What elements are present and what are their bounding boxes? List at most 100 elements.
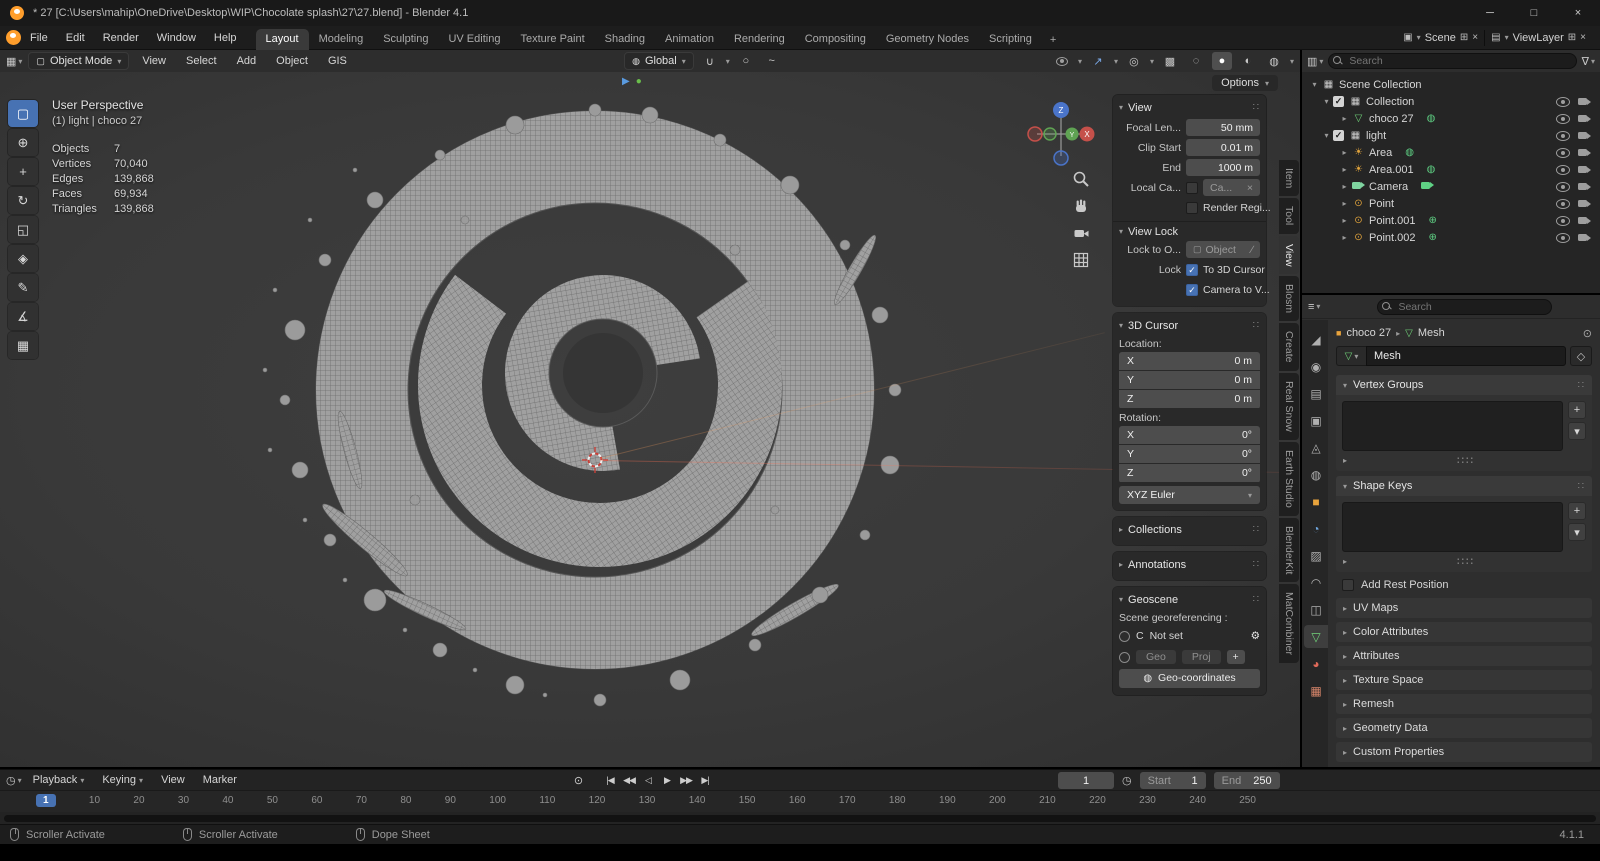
frame-tick[interactable]: 130 [639, 795, 656, 806]
collapsed-panel[interactable]: ▸ UV Maps [1336, 598, 1592, 618]
panel-header-annotations[interactable]: ▸ Annotations ∷ [1119, 555, 1260, 574]
vertex-groups-list[interactable] [1342, 401, 1563, 451]
navigation-gizmo[interactable]: Z X Y [1026, 99, 1096, 169]
properties-tab[interactable]: ▽ [1304, 625, 1328, 648]
playback-button[interactable]: |◀ [602, 771, 618, 789]
clip-end-field[interactable]: 1000 m [1186, 159, 1260, 176]
menubar-menu[interactable]: Render [94, 29, 148, 47]
viewport-menu[interactable]: GIS [321, 53, 354, 69]
properties-tab[interactable]: ■ [1304, 490, 1328, 513]
cursor-location-field[interactable]: Z0 m [1119, 390, 1260, 408]
add-crs-button[interactable]: + [1226, 650, 1245, 664]
collapsed-panel[interactable]: ▸ Texture Space [1336, 670, 1592, 690]
playback-button[interactable]: ▶▶ [678, 771, 694, 789]
add-workspace-button[interactable]: + [1042, 30, 1064, 50]
view-menu[interactable]: View [154, 772, 192, 788]
workspace-tab[interactable]: Scripting [979, 29, 1042, 50]
properties-tab[interactable]: ◔ [1304, 517, 1328, 540]
properties-tab[interactable]: ◢ [1304, 328, 1328, 351]
sidebar-tab[interactable]: Real Snow [1279, 372, 1299, 440]
scrollbar-thumb[interactable] [4, 815, 1596, 822]
panel-header-3d-cursor[interactable]: ▾ 3D Cursor ∷ [1119, 316, 1260, 335]
cursor-rotation-field[interactable]: Y 0° [1119, 445, 1260, 463]
filter-icon[interactable]: ∇ ▾ [1582, 55, 1595, 68]
gizmos-toggle-icon[interactable]: ↗ [1088, 52, 1108, 70]
shading-material-button[interactable]: ◐ [1238, 52, 1258, 70]
remove-viewlayer-icon[interactable]: × [1580, 32, 1586, 43]
new-viewlayer-icon[interactable]: ⊞ [1568, 32, 1576, 43]
add-rest-position-checkbox[interactable] [1342, 579, 1354, 591]
frame-tick[interactable]: 180 [889, 795, 906, 806]
shape-keys-list[interactable] [1342, 502, 1563, 552]
frame-tick[interactable]: 50 [267, 795, 278, 806]
frame-tick[interactable]: 100 [489, 795, 506, 806]
sidebar-tab[interactable]: Tool [1279, 198, 1299, 234]
tool-button[interactable]: ▢ [8, 100, 38, 127]
properties-tab[interactable]: ◬ [1304, 436, 1328, 459]
panel-header-view[interactable]: ▾ View ∷ [1119, 98, 1260, 117]
rotation-order-dropdown[interactable]: XYZ Euler ▾ [1119, 486, 1260, 504]
sidebar-tab[interactable]: Blosm [1279, 276, 1299, 322]
disable-in-renders-icon[interactable] [1578, 148, 1592, 157]
close-button[interactable]: × [1556, 0, 1600, 26]
cursor-location-field[interactable]: Y0 m [1119, 371, 1260, 389]
disclosure-icon[interactable]: ▸ [1338, 165, 1351, 174]
sidebar-tab[interactable]: Item [1279, 160, 1299, 197]
properties-tab[interactable]: ▤ [1304, 382, 1328, 405]
disclosure-icon[interactable]: ▾ [1308, 80, 1321, 89]
timeline-scrollbar[interactable] [0, 812, 1600, 824]
outliner-row-collection[interactable]: ▾ ✓ ▦ Collection [1302, 93, 1600, 110]
frame-tick[interactable]: 60 [311, 795, 322, 806]
proportional-editing-icon[interactable]: ○ [736, 52, 756, 70]
workspace-tab[interactable]: Animation [655, 29, 724, 50]
properties-tab[interactable]: ◠ [1304, 571, 1328, 594]
eyedropper-icon[interactable]: ∕ [1251, 244, 1253, 256]
list-filter-disclosure-icon[interactable]: ▸ [1343, 557, 1347, 566]
properties-tab[interactable]: ◫ [1304, 598, 1328, 621]
minimize-button[interactable]: ─ [1468, 0, 1512, 26]
lock-to-object-field[interactable]: ▢ Object ∕ [1186, 241, 1260, 258]
hide-in-viewport-icon[interactable] [1556, 147, 1570, 158]
clear-icon[interactable]: × [1247, 182, 1253, 194]
frame-tick[interactable]: 220 [1089, 795, 1106, 806]
hide-in-viewport-icon[interactable] [1556, 113, 1570, 124]
frame-tick[interactable]: 110 [539, 795, 555, 806]
workspace-tab[interactable]: Texture Paint [510, 29, 594, 50]
tool-button[interactable]: ∡ [8, 303, 38, 330]
pin-icon[interactable]: ⊙ [1583, 327, 1592, 340]
shading-rendered-button[interactable]: ◍ [1264, 52, 1284, 70]
outliner-row-camera[interactable]: ▸ Camera [1302, 178, 1600, 195]
workspace-tab[interactable]: Modeling [309, 29, 374, 50]
geo-coordinates-button[interactable]: ◍ Geo-coordinates [1119, 668, 1260, 688]
fake-user-shield-icon[interactable]: ◇ [1570, 346, 1592, 366]
marker-menu[interactable]: Marker [196, 772, 244, 788]
xray-toggle-icon[interactable]: ▩ [1160, 52, 1180, 70]
disable-in-renders-icon[interactable] [1578, 233, 1592, 242]
drag-grip-icon[interactable]: ∷ [1578, 380, 1585, 391]
resize-grip-icon[interactable]: ∷∷ [1457, 555, 1475, 568]
overlays-toggle-icon[interactable]: ◎ [1124, 52, 1144, 70]
panel-header-collections[interactable]: ▸ Collections ∷ [1119, 520, 1260, 539]
outliner-row-area-001[interactable]: ▸ ☀ Area.001 ◍ [1302, 161, 1600, 178]
breadcrumb-data[interactable]: Mesh [1418, 327, 1445, 339]
local-camera-field[interactable]: Ca... × [1203, 179, 1260, 196]
disclosure-icon[interactable]: ▾ [1320, 131, 1333, 140]
options-dropdown[interactable]: Options ▾ [1212, 75, 1278, 91]
properties-tab[interactable]: ▦ [1304, 679, 1328, 702]
menubar-menu[interactable]: File [21, 29, 57, 47]
outliner-row-choco27[interactable]: ▸ ▽ choco 27 ◍ [1302, 110, 1600, 127]
workspace-tab[interactable]: Rendering [724, 29, 795, 50]
panel-header-shape-keys[interactable]: ▾ Shape Keys ∷ [1336, 476, 1592, 496]
frame-tick[interactable]: 70 [356, 795, 367, 806]
shape-key-specials-dropdown[interactable]: ▾ [1568, 523, 1586, 541]
proportional-falloff-icon[interactable]: ~ [762, 52, 782, 70]
drag-grip-icon[interactable]: ∷ [1578, 481, 1585, 492]
tool-button[interactable]: ✎ [8, 274, 38, 301]
clock-icon[interactable]: ◷ [1122, 774, 1132, 787]
cursor-location-field[interactable]: X0 m [1119, 352, 1260, 370]
timeline-ruler[interactable]: 1 10 20 30 40 50 60 70 80 90 100 110 120 130 140 150 160… [0, 790, 1600, 812]
hide-in-viewport-icon[interactable] [1556, 215, 1570, 226]
disclosure-icon[interactable]: ▾ [1320, 97, 1333, 106]
vertex-group-specials-dropdown[interactable]: ▾ [1568, 422, 1586, 440]
outliner-row-area[interactable]: ▸ ☀ Area ◍ [1302, 144, 1600, 161]
